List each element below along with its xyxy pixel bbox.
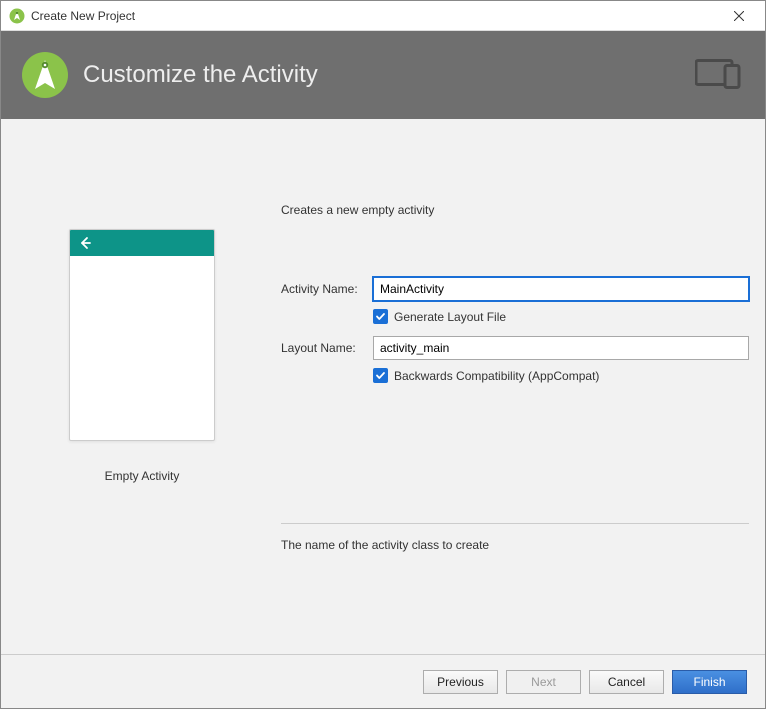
- close-icon: [734, 11, 744, 21]
- device-preview-icon: [695, 58, 741, 93]
- finish-button[interactable]: Finish: [672, 670, 747, 694]
- activity-name-row: Activity Name:: [281, 277, 749, 301]
- android-studio-icon: [9, 8, 25, 24]
- layout-name-input[interactable]: [373, 336, 749, 360]
- form-pane: Creates a new empty activity Activity Na…: [281, 203, 749, 552]
- back-arrow-icon: [78, 236, 92, 250]
- close-button[interactable]: [719, 2, 759, 30]
- template-name-label: Empty Activity: [67, 469, 217, 483]
- help-text: The name of the activity class to create: [281, 524, 749, 552]
- cancel-button[interactable]: Cancel: [589, 670, 664, 694]
- generate-layout-label: Generate Layout File: [394, 310, 506, 324]
- template-preview: Empty Activity: [67, 229, 217, 483]
- form-intro-text: Creates a new empty activity: [281, 203, 749, 217]
- phone-mockup: [69, 229, 215, 441]
- check-icon: [375, 311, 386, 322]
- generate-layout-checkbox[interactable]: [373, 309, 388, 324]
- phone-appbar: [70, 230, 214, 256]
- layout-name-row: Layout Name:: [281, 336, 749, 360]
- banner-heading: Customize the Activity: [83, 61, 318, 89]
- generate-layout-row: Generate Layout File: [373, 309, 749, 324]
- next-button[interactable]: Next: [506, 670, 581, 694]
- android-studio-logo-icon: [21, 51, 69, 99]
- wizard-banner: Customize the Activity: [1, 31, 765, 119]
- titlebar: Create New Project: [1, 1, 765, 31]
- activity-name-input[interactable]: [373, 277, 749, 301]
- previous-button[interactable]: Previous: [423, 670, 498, 694]
- window-title: Create New Project: [31, 9, 719, 23]
- check-icon: [375, 370, 386, 381]
- wizard-content: Empty Activity Creates a new empty activ…: [1, 119, 765, 654]
- backcompat-checkbox[interactable]: [373, 368, 388, 383]
- activity-name-label: Activity Name:: [281, 282, 373, 296]
- backcompat-label: Backwards Compatibility (AppCompat): [394, 369, 599, 383]
- wizard-footer: Previous Next Cancel Finish: [1, 654, 765, 708]
- backcompat-row: Backwards Compatibility (AppCompat): [373, 368, 749, 383]
- layout-name-label: Layout Name:: [281, 341, 373, 355]
